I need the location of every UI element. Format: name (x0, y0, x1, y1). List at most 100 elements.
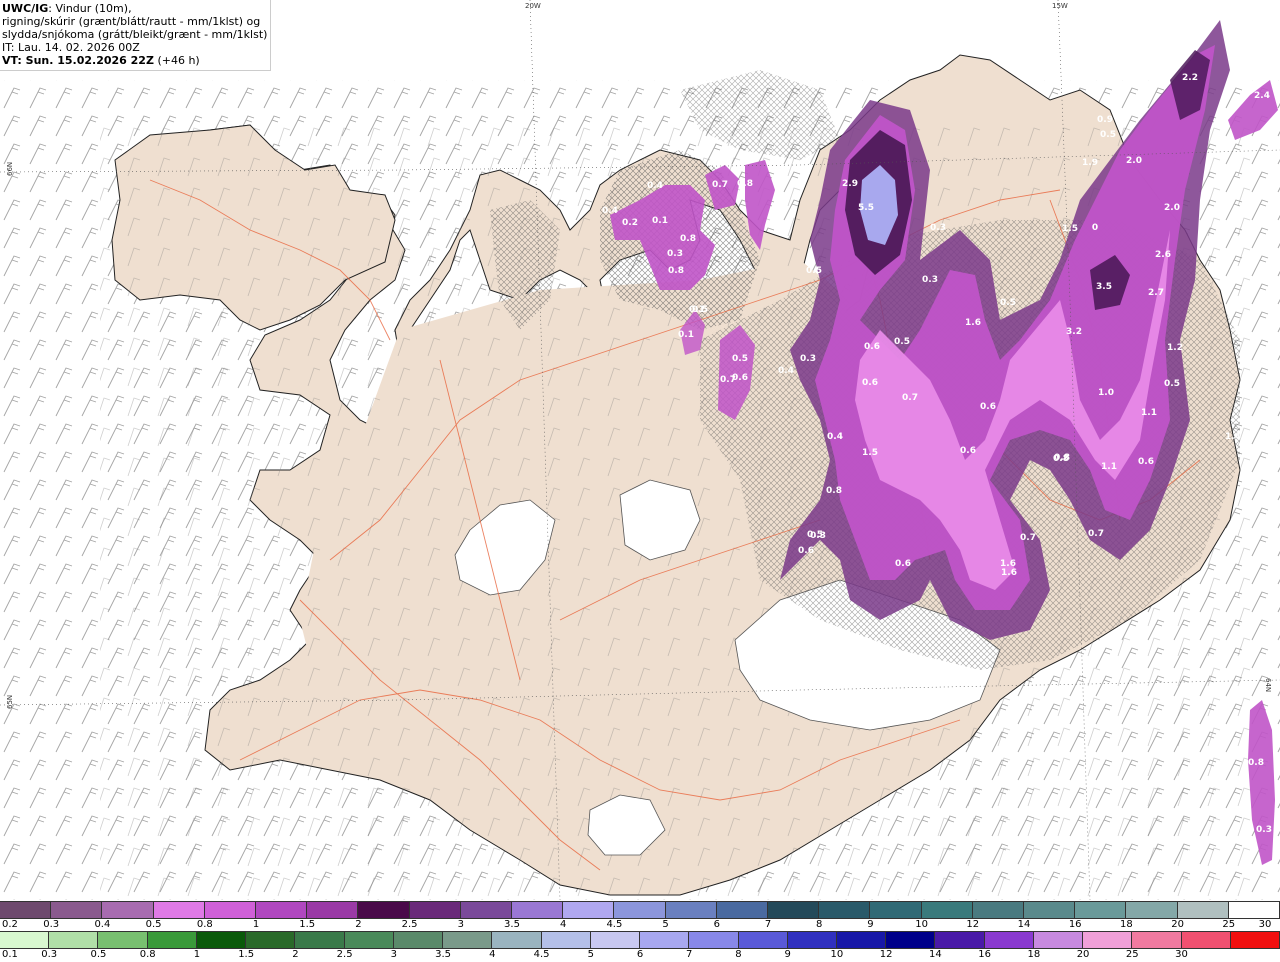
precip-value-label: 0.3 (667, 249, 683, 259)
lon-label-15w: 15W (1052, 2, 1068, 10)
issue-time: IT: Lau. 14. 02. 2026 00Z (2, 41, 140, 54)
precip-value-label: 0.6 (862, 378, 878, 388)
legend-tick-label: 0.4 (94, 919, 111, 930)
legend-color-cell (738, 932, 788, 948)
precip-value-label: 0.5 (806, 266, 822, 276)
legend-tick-label: 16 (1068, 919, 1082, 930)
precip-value-label: 2.9 (842, 179, 858, 189)
precip-value-label: 5.5 (858, 203, 874, 213)
precip-value-label: 1.2 (1167, 343, 1183, 353)
legend-color-cell (563, 902, 615, 918)
precip-value-label: 0.5 (692, 305, 708, 315)
legend-color-cell (98, 932, 148, 948)
legend-tick-label: 7 (686, 949, 693, 960)
precip-value-label: 1.6 (965, 318, 981, 328)
product-desc-3: slydda/snjókoma (grátt/bleikt/grænt - mm… (2, 28, 268, 41)
precip-value-label: 0.3 (810, 531, 826, 541)
precip-value-label: 0.6 (732, 373, 748, 383)
legend-color-cell (196, 932, 247, 948)
precip-value-label: 0.3 (800, 354, 816, 364)
legend-color-cell (768, 902, 820, 918)
lat-label-66n: 66N (6, 162, 14, 176)
precip-value-label: 2.0 (1126, 156, 1142, 166)
legend-tick-label: 4.5 (606, 919, 623, 930)
legend-tick-label: 6 (713, 919, 720, 930)
legend-tick-label: 10 (830, 949, 844, 960)
legend-color-cell (147, 932, 197, 948)
precip-value-label: 2.4 (1254, 91, 1270, 101)
legend-color-cell (307, 902, 359, 918)
precip-value-label: 0.3 (930, 223, 946, 233)
precip-value-label: 2.0 (1164, 203, 1180, 213)
legend-rain: 0.1 0.3 0.5 0.8 1 1.5 2 2.5 3 3.5 4 4.5 5 6 7 8 9 10 12 14 1… (0, 931, 1280, 961)
legend-rain-labels: 0.1 0.3 0.5 0.8 1 1.5 2 2.5 3 3.5 4 4.5 5 6 7 8 9 10 12 14 1… (0, 949, 1280, 962)
legend-color-cell (0, 932, 50, 948)
legend-tick-label: 14 (1017, 919, 1031, 930)
legend-color-cell (0, 902, 52, 918)
precip-value-label: 0.2 (622, 218, 638, 228)
precip-value-label: 0.8 (668, 266, 684, 276)
legend-color-cell (51, 902, 103, 918)
legend-color-cell (935, 932, 985, 948)
legend-tick-label: 3.5 (504, 919, 520, 930)
precip-value-label: 1.1 (1101, 462, 1117, 472)
precip-value-label: 0.8 (1053, 454, 1069, 464)
legend-tick-label: 1.5 (238, 949, 255, 960)
precip-value-label: 0.1 (678, 330, 694, 340)
legend-tick-label: 20 (1076, 949, 1090, 960)
legend-tick-label: 0.5 (145, 919, 162, 930)
legend-color-cell (204, 902, 257, 918)
precip-value-label: 0.5 (894, 337, 910, 347)
legend-color-cell (716, 902, 769, 918)
precip-value-label: 1.4 (1225, 432, 1241, 442)
precip-value-label: 0.9 (1097, 115, 1113, 125)
legend-color-cell (153, 902, 205, 918)
precip-value-label: 1.6 (1001, 568, 1017, 578)
legend-tick-label: 9 (867, 919, 874, 930)
legend-tick-label: 16 (978, 949, 991, 960)
precip-value-label: 0.1 (652, 216, 668, 226)
legend-tick-label: 14 (929, 949, 942, 960)
legend-color-cell (640, 932, 690, 948)
legend-tick-label: 18 (1120, 919, 1133, 930)
valid-time-lead: (+46 h) (157, 54, 200, 67)
valid-time-label: VT: Sun. 15.02.2026 22Z (2, 54, 154, 67)
legend-tick-label: 20 (1171, 919, 1184, 930)
precip-value-label: 0.6 (895, 559, 911, 569)
legend-color-cell (358, 902, 410, 918)
legend-snow-colorbar (0, 901, 1280, 919)
legend-color-cell (344, 932, 394, 948)
valid-time: VT: Sun. 15.02.2026 22Z (+46 h) (2, 54, 267, 67)
legend-tick-label: 5 (662, 919, 669, 930)
legend-color-cell (1075, 902, 1127, 918)
legend-tick-label: 0.1 (2, 949, 18, 960)
legend-tick-label: 18 (1027, 949, 1041, 960)
legend-tick-label: 1.5 (299, 919, 316, 930)
legend-color-cell (1024, 902, 1076, 918)
legend-tick-label: 25 (1125, 949, 1139, 960)
precip-value-label: 0.8 (1248, 758, 1264, 768)
lon-label-20w: 20W (525, 2, 541, 10)
legend-tick-label: 3 (457, 919, 464, 930)
precip-value-label: 0.6 (864, 342, 880, 352)
legend-color-cell (972, 902, 1025, 918)
precip-value-label: 1.1 (1141, 408, 1157, 418)
legend-color-cell (541, 932, 591, 948)
legend-color-cell (1132, 932, 1182, 948)
precip-value-label: 1.9 (1082, 158, 1098, 168)
precip-value-label: 0.8 (826, 486, 842, 496)
legend-tick-label: 12 (966, 919, 980, 930)
legend-color-cell (1181, 932, 1231, 948)
legend-color-cell (492, 932, 542, 948)
precip-value-label: 3.5 (1096, 282, 1112, 292)
legend-color-cell (819, 902, 871, 918)
legend-snow: 0.2 0.3 0.4 0.5 0.8 1 1.5 2 2.5 3 3.5 4 4.5 5 6 7 8 9 10 12… (0, 901, 1280, 931)
product-desc-2: rigning/skúrir (grænt/blátt/rautt - mm/1… (2, 15, 261, 28)
legend-tick-label: 2.5 (401, 919, 418, 930)
legend-color-cell (409, 902, 461, 918)
legend-color-cell (393, 932, 444, 948)
legend-color-cell (443, 932, 493, 948)
legend-tick-label: 0.8 (196, 919, 213, 930)
legend-tick-label: 0.5 (90, 949, 107, 960)
precip-value-label: 0.7 (1020, 533, 1036, 543)
